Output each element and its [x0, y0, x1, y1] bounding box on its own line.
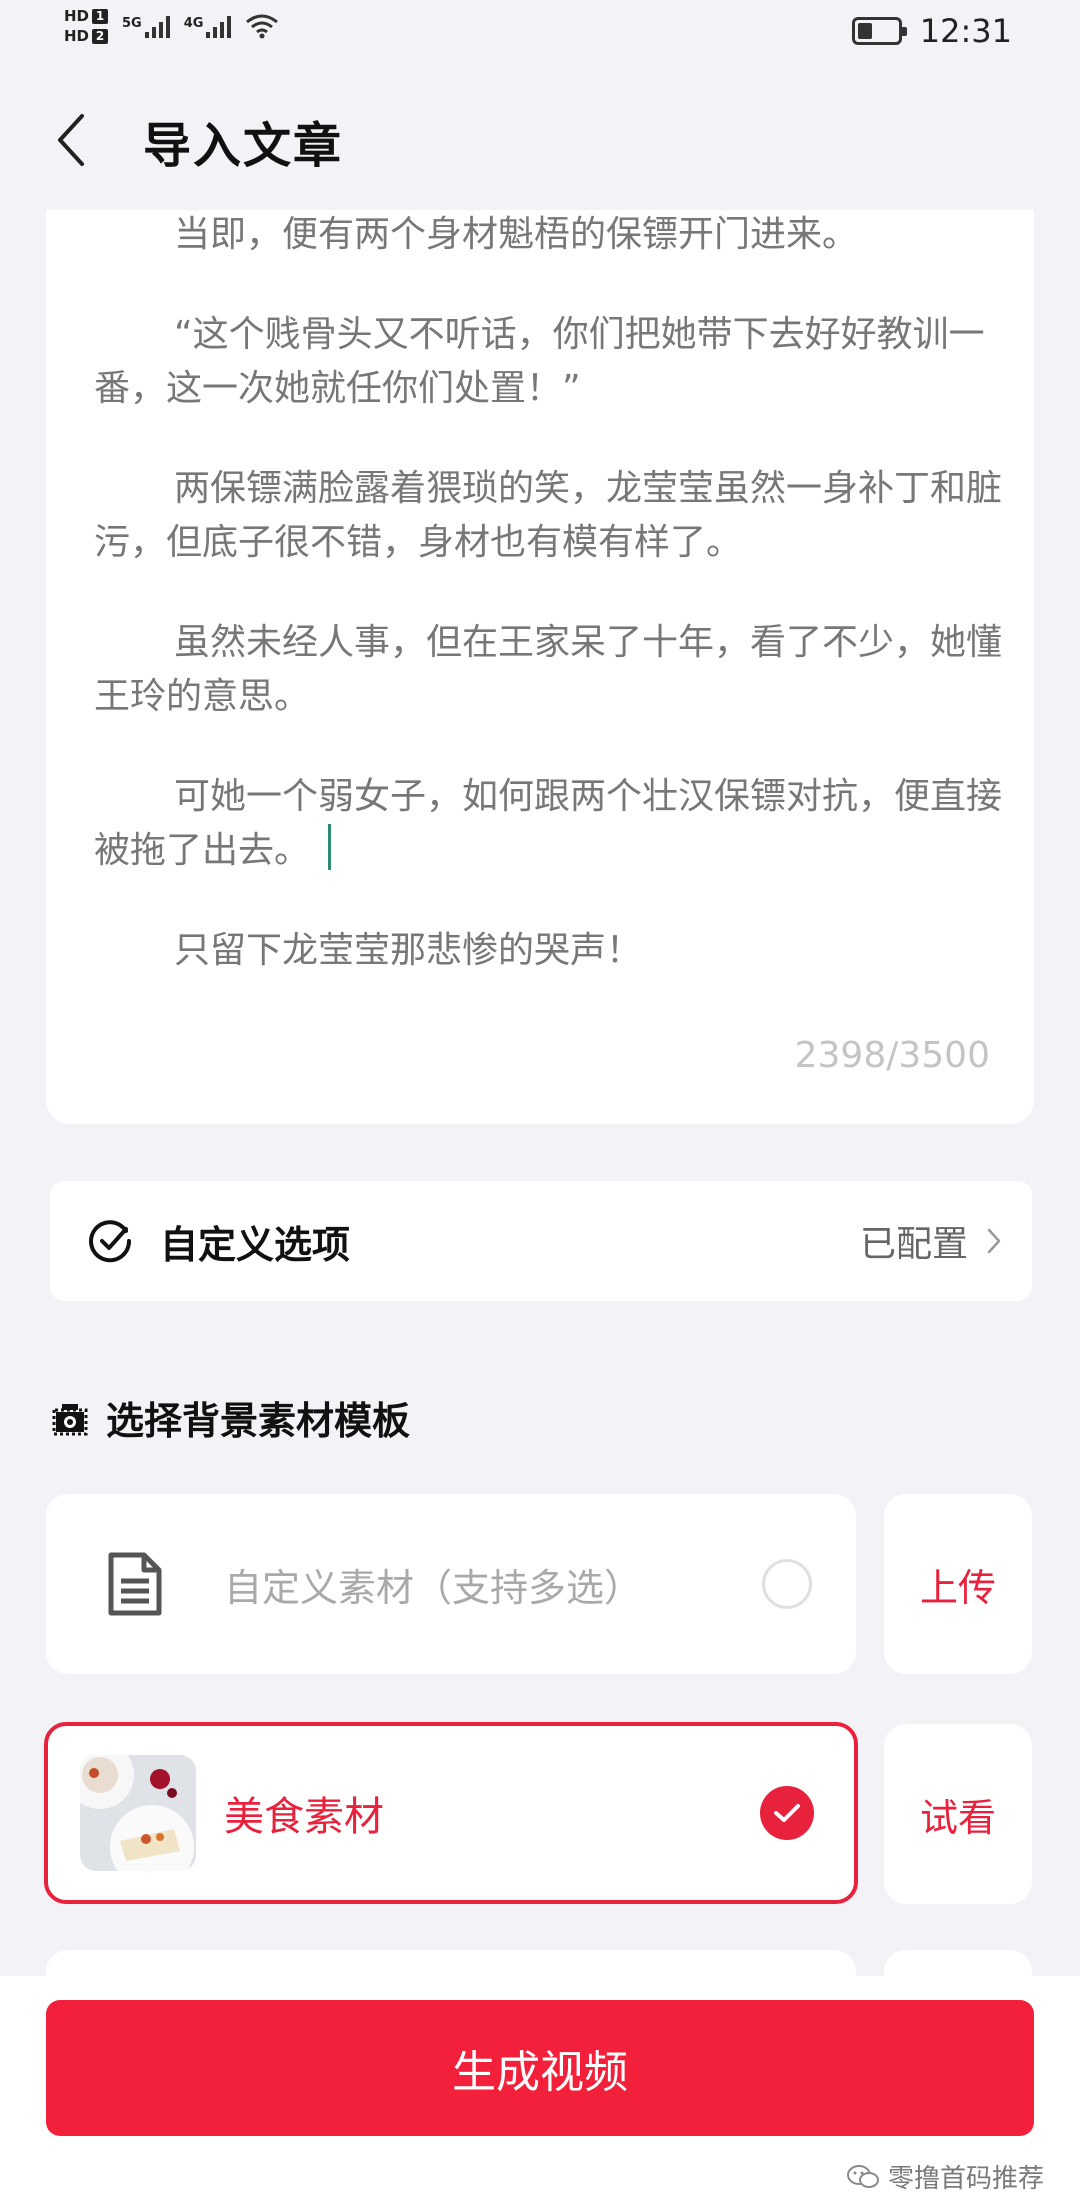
- section-title: 选择背景素材模板: [106, 1399, 411, 1443]
- watermark-text: 零撸首码推荐: [887, 2164, 1044, 2194]
- chevron-right-icon: [987, 1228, 1001, 1254]
- radio-unchecked[interactable]: [762, 1559, 812, 1609]
- watermark: 零撸首码推荐: [846, 2158, 1044, 2195]
- camera-icon: [52, 1403, 88, 1435]
- sim2-label: HD: [64, 27, 90, 45]
- wifi-icon: [246, 14, 279, 39]
- custom-options-label: 自定义选项: [160, 1222, 351, 1267]
- article-text[interactable]: 当即，便有两个身材魁梧的保镖开门进来。 “这个贱骨头又不听话，你们把她带下去好好…: [94, 210, 1032, 1024]
- battery-icon: [851, 17, 907, 45]
- network-type-2: 4G: [183, 16, 204, 31]
- food-thumbnail: [80, 1755, 196, 1871]
- preview-button[interactable]: 试看: [884, 1724, 1032, 1904]
- article-paragraph: 可她一个弱女子，如何跟两个壮汉保镖对抗，便直接被拖了出去。: [94, 770, 1032, 878]
- status-bar-left: HD 1 HD 2 5G 4G: [64, 8, 279, 44]
- sim2-number: 2: [92, 28, 109, 44]
- document-icon: [108, 1552, 162, 1616]
- article-paragraph: “这个贱骨头又不听话，你们把她带下去好好教训一番，这一次她就任你们处置！”: [94, 314, 985, 409]
- material-label: 自定义素材（支持多选）: [224, 1565, 643, 1610]
- page-title: 导入文章: [143, 118, 344, 174]
- material-label: 美食素材: [224, 1794, 384, 1840]
- status-bar-right: 12:31: [851, 12, 1012, 50]
- sim1-number: 1: [92, 8, 109, 24]
- material-option-food[interactable]: 美食素材: [44, 1722, 858, 1904]
- custom-options-status: 已配置: [859, 1224, 968, 1265]
- food-image: [80, 1755, 196, 1871]
- sim1-label: HD: [64, 7, 90, 25]
- check-circle-icon: [89, 1220, 132, 1263]
- chevron-left-icon[interactable]: [52, 110, 92, 170]
- sim2-indicator: HD 2: [64, 27, 109, 45]
- article-paragraph-text: 可她一个弱女子，如何跟两个壮汉保镖对抗，便直接被拖了出去。: [94, 776, 1003, 871]
- article-paragraph: 虽然未经人事，但在王家呆了十年，看了不少，她懂王玲的意思。: [94, 622, 1003, 717]
- text-cursor: [328, 824, 332, 870]
- clock: 12:31: [919, 12, 1012, 50]
- custom-options-row[interactable]: 自定义选项 已配置: [50, 1181, 1032, 1301]
- article-paragraph: 两保镖满脸露着猥琐的笑，龙莹莹虽然一身补丁和脏污，但底子很不错，身材也有模有样了…: [94, 468, 1003, 563]
- wechat-icon: [846, 2164, 879, 2188]
- sim-indicators: HD 1 HD 2: [64, 7, 109, 45]
- signal-icon: 5G: [122, 14, 170, 38]
- upload-button[interactable]: 上传: [884, 1494, 1032, 1674]
- character-counter: 2398/3500: [794, 1035, 990, 1076]
- checkmark-icon[interactable]: [760, 1786, 814, 1840]
- generate-video-button[interactable]: 生成视频: [46, 2000, 1034, 2136]
- network-type-1: 5G: [122, 16, 142, 31]
- signal-icon-2: 4G: [184, 14, 232, 38]
- article-paragraph: 只留下龙莹莹那悲惨的哭声！: [174, 930, 643, 971]
- status-bar: HD 1 HD 2 5G 4G 12:31: [0, 0, 1080, 70]
- article-editor[interactable]: 当即，便有两个身材魁梧的保镖开门进来。 “这个贱骨头又不听话，你们把她带下去好好…: [46, 210, 1034, 1124]
- sim1-indicator: HD 1: [64, 7, 109, 25]
- material-option-custom[interactable]: 自定义素材（支持多选）: [46, 1494, 856, 1674]
- article-paragraph: 当即，便有两个身材魁梧的保镖开门进来。: [174, 214, 859, 255]
- background-section-header: 选择背景素材模板: [52, 1390, 410, 1445]
